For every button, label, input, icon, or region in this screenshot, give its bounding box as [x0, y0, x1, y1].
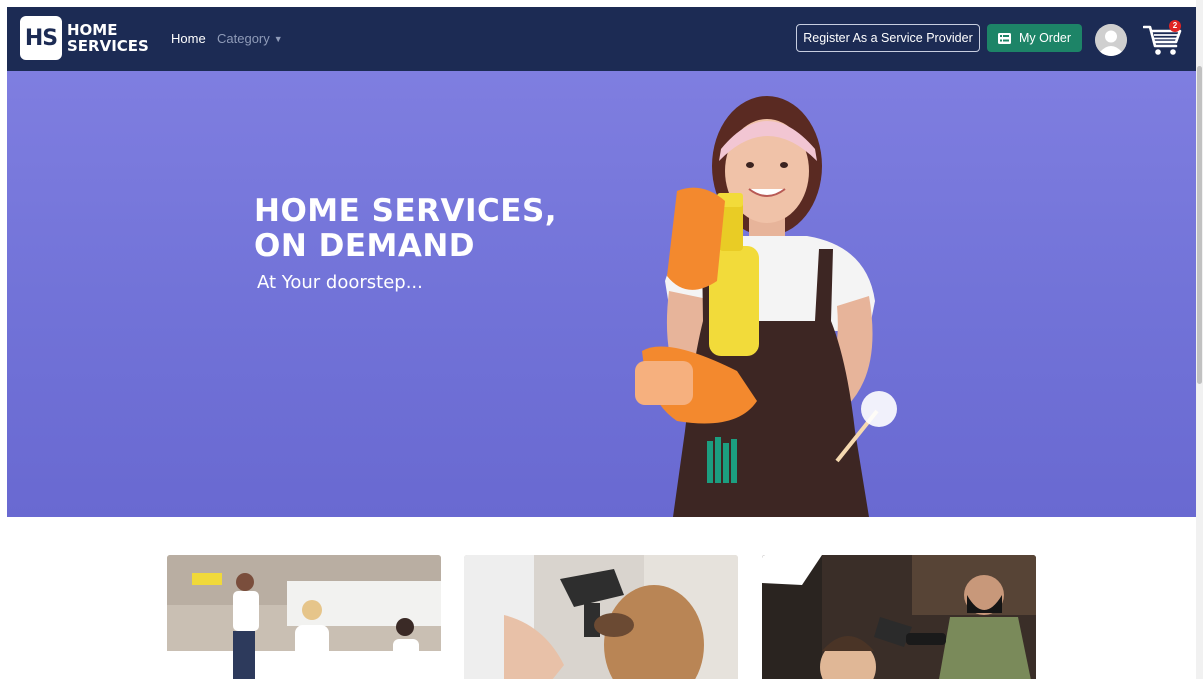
hero-title-line-1: HOME SERVICES,	[254, 193, 558, 229]
page: HS HOME SERVICES Home Category ▼ Register…	[7, 7, 1196, 679]
brand-logo[interactable]: HS HOME SERVICES	[20, 16, 149, 60]
hero-subtitle: At Your doorstep...	[257, 272, 423, 293]
service-card-barber[interactable]	[762, 555, 1036, 679]
service-card-cleaning[interactable]	[167, 555, 441, 679]
cleaning-photo	[167, 555, 441, 679]
nav-home-link[interactable]: Home	[171, 31, 206, 46]
barber-photo	[762, 555, 1036, 679]
cart-button[interactable]: 2	[1142, 20, 1183, 58]
hero-banner: HOME SERVICES, ON DEMAND At Your doorste…	[7, 71, 1196, 517]
register-provider-button[interactable]: Register As a Service Provider	[796, 24, 980, 52]
logo-mark: HS	[20, 16, 62, 60]
hairdryer-photo	[464, 555, 738, 679]
avatar-icon[interactable]	[1095, 24, 1127, 56]
caret-down-icon: ▼	[273, 34, 283, 44]
cart-count-badge: 2	[1169, 20, 1181, 32]
my-order-button[interactable]: My Order	[987, 24, 1082, 52]
hero-title-line-2: ON DEMAND	[254, 228, 476, 264]
service-card-hair-styling[interactable]	[464, 555, 738, 679]
nav-category-label: Category	[217, 31, 270, 46]
nav-category-dropdown[interactable]: Category ▼	[217, 31, 283, 46]
hero-cleaner-illustration	[635, 96, 897, 517]
hero-title: HOME SERVICES, ON DEMAND	[254, 194, 557, 264]
navbar: HS HOME SERVICES Home Category ▼ Register…	[7, 7, 1196, 71]
scrollbar-thumb[interactable]	[1197, 66, 1202, 384]
logo-text: HOME SERVICES	[67, 22, 149, 54]
my-order-label: My Order	[1018, 31, 1072, 45]
logo-line-2: SERVICES	[67, 37, 149, 55]
list-icon	[997, 32, 1011, 44]
logo-line-1: HOME	[67, 21, 118, 39]
